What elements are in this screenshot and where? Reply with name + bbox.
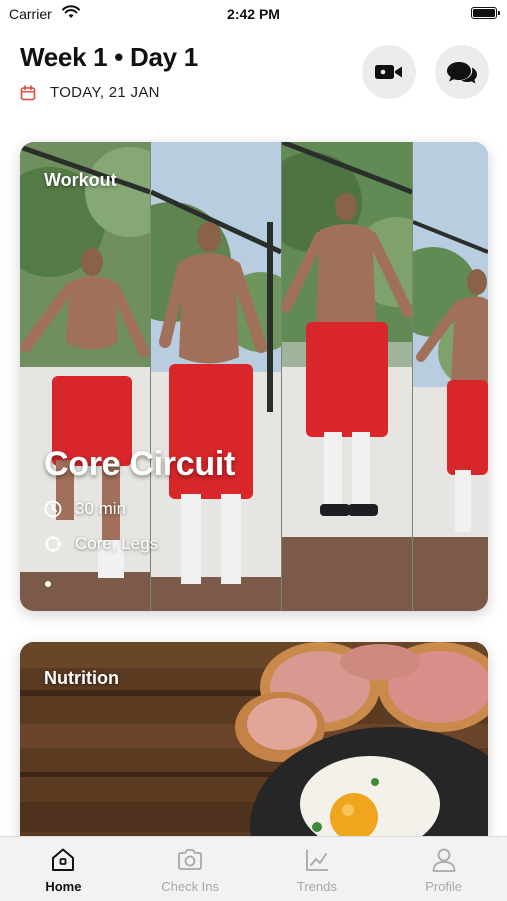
tab-label-trends: Trends bbox=[296, 879, 337, 894]
carousel-page-indicator bbox=[45, 581, 51, 587]
nutrition-card-label: Nutrition bbox=[44, 668, 119, 688]
workout-photo bbox=[282, 142, 412, 611]
nutrition-card[interactable]: Nutrition bbox=[20, 642, 488, 862]
chat-button[interactable] bbox=[435, 45, 489, 99]
workout-photo bbox=[413, 142, 488, 611]
tab-home[interactable]: Home bbox=[0, 837, 127, 901]
page-title: Week 1 • Day 1 bbox=[20, 42, 198, 72]
chart-icon bbox=[305, 850, 328, 871]
workout-card-label: Workout bbox=[44, 170, 117, 190]
workout-title: Core Circuit bbox=[44, 445, 235, 483]
tab-check-ins[interactable]: Check Ins bbox=[127, 837, 254, 901]
battery-icon bbox=[471, 7, 500, 19]
workout-focus: Core, Legs bbox=[44, 534, 158, 554]
workout-photo bbox=[151, 142, 281, 611]
tab-trends[interactable]: Trends bbox=[254, 837, 381, 901]
duration-text: 30 min bbox=[75, 499, 127, 518]
profile-icon bbox=[432, 848, 456, 872]
video-call-button[interactable] bbox=[362, 45, 416, 99]
focus-text: Core, Legs bbox=[75, 534, 159, 553]
tab-bar: Home Check Ins Trends Profile bbox=[0, 836, 507, 901]
chat-bubbles-icon bbox=[447, 62, 477, 84]
date-row: TODAY, 21 JAN bbox=[20, 84, 160, 101]
tab-label-check-ins: Check Ins bbox=[161, 879, 220, 894]
workout-card[interactable]: Workout Core Circuit 30 min Core, Legs bbox=[20, 142, 488, 611]
home-icon bbox=[52, 848, 75, 871]
workout-duration: 30 min bbox=[44, 499, 126, 519]
calendar-icon bbox=[20, 84, 36, 100]
clock-icon bbox=[44, 500, 62, 518]
video-camera-icon bbox=[375, 65, 402, 79]
status-bar: Carrier 2:42 PM bbox=[0, 0, 507, 30]
camera-icon bbox=[178, 849, 203, 870]
today-date: TODAY, 21 JAN bbox=[50, 84, 160, 101]
tab-profile[interactable]: Profile bbox=[380, 837, 507, 901]
crosshair-icon bbox=[44, 535, 62, 553]
tab-label-profile: Profile bbox=[425, 879, 463, 894]
tab-label-home: Home bbox=[45, 879, 82, 894]
status-time: 2:42 PM bbox=[227, 6, 280, 22]
